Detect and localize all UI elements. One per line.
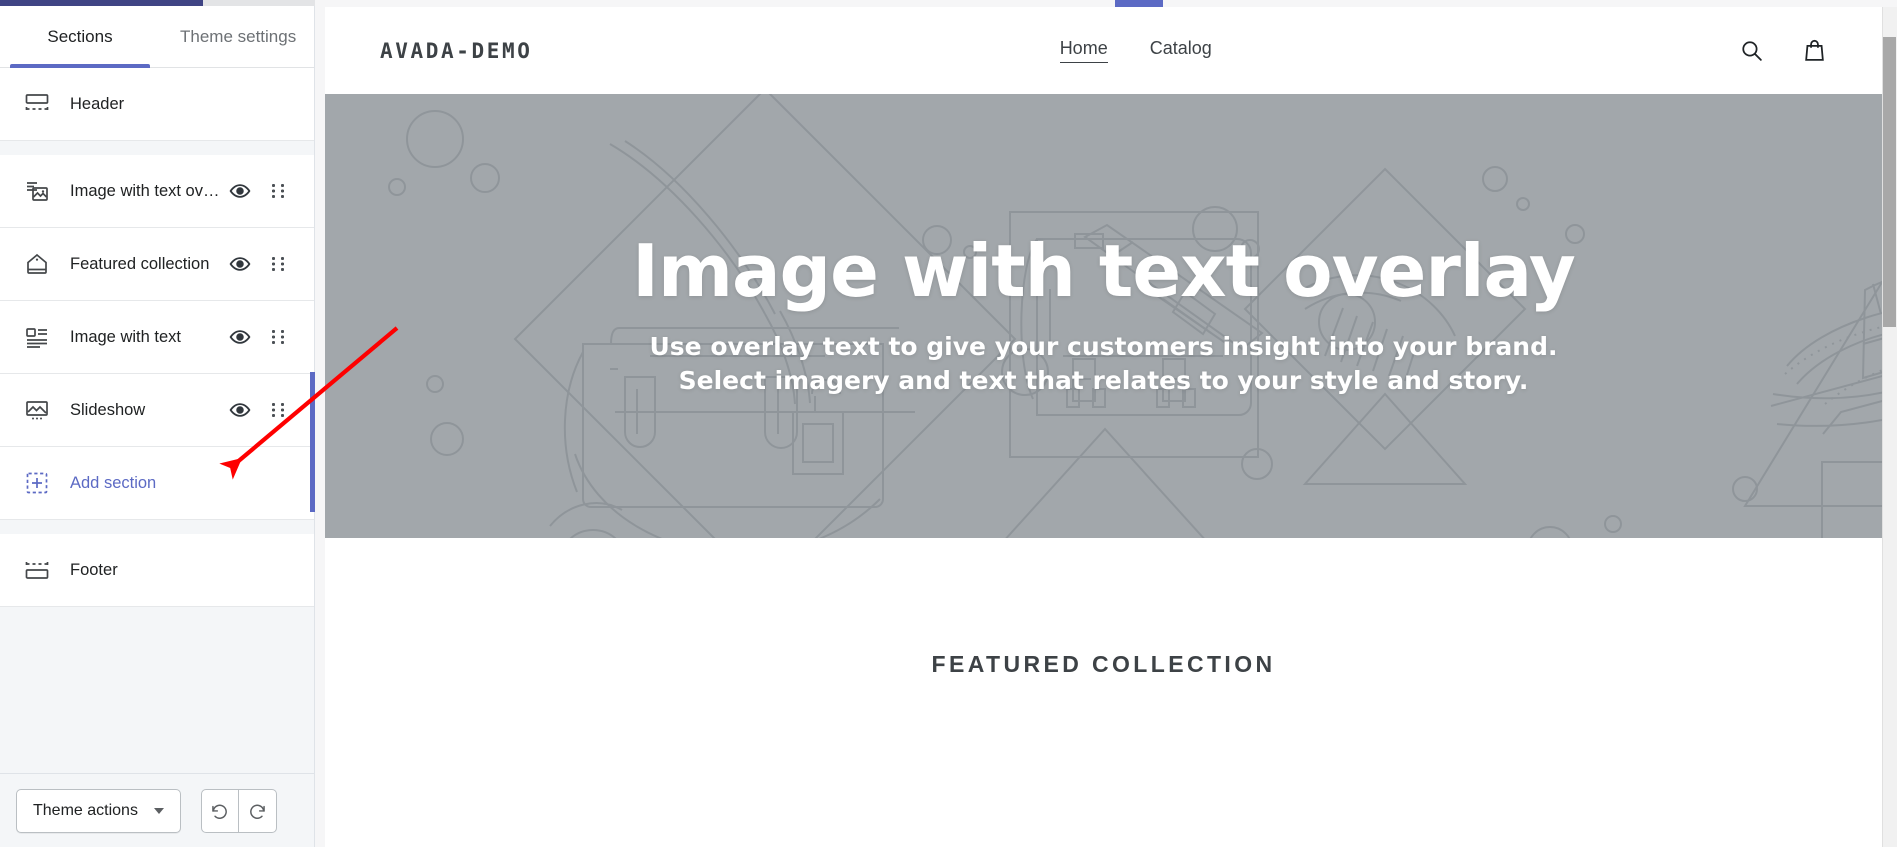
sidebar-item-featured-collection-label: Featured collection	[70, 254, 210, 273]
theme-actions-label: Theme actions	[33, 801, 138, 819]
preview-load-indicator	[1115, 0, 1163, 7]
visibility-eye-icon[interactable]	[226, 399, 254, 421]
preview-scrollbar-thumb[interactable]	[1883, 37, 1896, 327]
sidebar-item-image-with-text-label: Image with text	[70, 327, 181, 346]
search-icon[interactable]	[1739, 38, 1764, 63]
nav-link-catalog[interactable]: Catalog	[1150, 38, 1212, 63]
redo-button[interactable]	[238, 788, 277, 833]
sidebar-item-image-with-text-overlay-label: Image with text ov…	[70, 181, 220, 200]
tab-sections-label: Sections	[47, 27, 113, 46]
drag-handle-icon[interactable]	[264, 402, 292, 418]
store-header-icons	[1739, 38, 1827, 63]
hero-section[interactable]: Image with text overlay Use overlay text…	[325, 94, 1882, 538]
store-logo[interactable]: AVADA-DEMO	[380, 39, 532, 63]
sidebar-item-header-label: Header	[70, 94, 125, 113]
visibility-eye-icon[interactable]	[226, 326, 254, 348]
featured-collection-title: FEATURED COLLECTION	[931, 651, 1276, 677]
theme-editor-screen: Sections Theme settings Header Image wit…	[0, 0, 1897, 847]
nav-link-home[interactable]: Home	[1059, 38, 1108, 63]
sidebar-group-gap	[0, 141, 314, 155]
add-section-label: Add section	[70, 473, 157, 492]
sidebar-item-slideshow[interactable]: Slideshow	[0, 374, 314, 447]
image-with-text-overlay-icon	[22, 176, 52, 206]
hero-subtext-line-2: Select imagery and text that relates to …	[678, 365, 1529, 395]
hero-overlay-text: Image with text overlay Use overlay text…	[325, 94, 1882, 538]
drag-handle-icon[interactable]	[264, 329, 292, 345]
sidebar-group-gap-2	[0, 520, 314, 534]
image-with-text-icon	[22, 322, 52, 352]
sidebar: Sections Theme settings Header Image wit…	[0, 6, 315, 847]
featured-collection-icon	[22, 249, 52, 279]
featured-collection-section[interactable]: FEATURED COLLECTION	[325, 538, 1882, 838]
drag-handle-icon[interactable]	[264, 183, 292, 199]
add-section-button[interactable]: Add section	[0, 447, 314, 520]
sidebar-item-header[interactable]: Header	[0, 68, 314, 141]
visibility-eye-icon[interactable]	[226, 253, 254, 275]
hero-subtext: Use overlay text to give your customers …	[650, 330, 1558, 398]
section-list-bottom: Footer	[0, 534, 314, 607]
undo-redo-group	[200, 788, 277, 833]
sidebar-tabs: Sections Theme settings	[0, 6, 314, 68]
hero-subtext-line-1: Use overlay text to give your customers …	[649, 332, 1558, 362]
hero-heading: Image with text overlay	[632, 229, 1576, 314]
chevron-down-icon	[153, 807, 164, 814]
tab-theme-settings-label: Theme settings	[180, 27, 297, 46]
add-section-icon	[22, 468, 52, 498]
header-icon	[22, 89, 52, 119]
sidebar-item-slideshow-label: Slideshow	[70, 400, 146, 419]
tab-theme-settings[interactable]: Theme settings	[160, 6, 316, 68]
undo-button[interactable]	[200, 788, 239, 833]
sidebar-item-image-with-text-overlay[interactable]: Image with text ov…	[0, 155, 314, 228]
footer-icon	[22, 555, 52, 585]
section-list-top: Header	[0, 68, 314, 141]
store-nav: Home Catalog	[532, 38, 1739, 63]
shopping-bag-icon[interactable]	[1802, 38, 1827, 63]
sidebar-item-image-with-text[interactable]: Image with text	[0, 301, 314, 374]
visibility-eye-icon[interactable]	[226, 180, 254, 202]
tab-sections[interactable]: Sections	[0, 6, 160, 68]
store-preview-frame: AVADA-DEMO Home Catalog Image with text …	[325, 7, 1882, 847]
drag-handle-icon[interactable]	[264, 256, 292, 272]
section-drop-indicator	[310, 372, 315, 512]
slideshow-icon	[22, 395, 52, 425]
sidebar-item-footer-label: Footer	[70, 560, 118, 579]
sidebar-item-featured-collection[interactable]: Featured collection	[0, 228, 314, 301]
theme-actions-button[interactable]: Theme actions	[16, 788, 181, 833]
section-list-main: Image with text ov… Featured collection …	[0, 155, 314, 520]
preview-scrollbar-track[interactable]	[1882, 7, 1897, 847]
sidebar-empty-space	[0, 607, 314, 773]
sidebar-item-footer[interactable]: Footer	[0, 534, 314, 607]
sidebar-footer-toolbar: Theme actions	[0, 773, 314, 847]
store-header: AVADA-DEMO Home Catalog	[325, 7, 1882, 94]
